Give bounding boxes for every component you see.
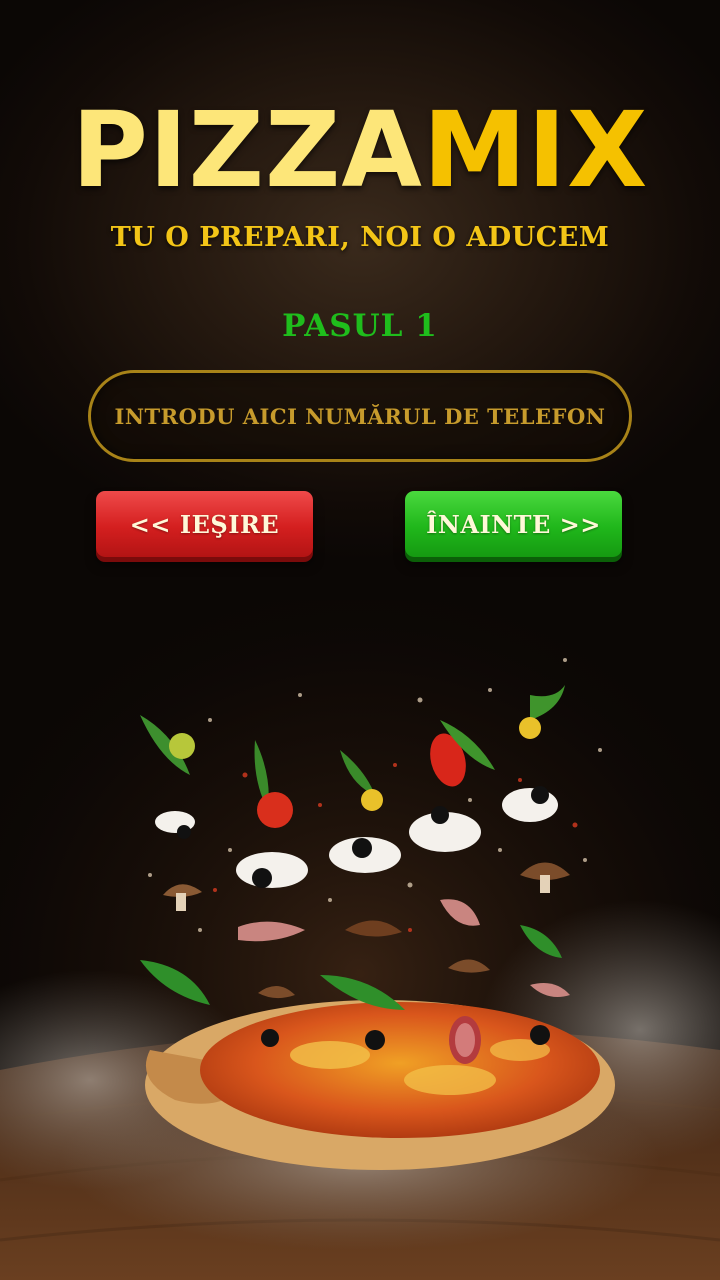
logo-part-pizza: PIZZA [71,89,423,211]
app-logo: PIZZAMIX [0,92,720,208]
tagline: TU O PREPARI, NOI O ADUCEM [110,222,610,253]
logo-part-mix: MIX [422,89,649,211]
exit-button[interactable]: << IEŞIRE [96,491,313,557]
next-button[interactable]: ÎNAINTE >> [405,491,622,557]
app-screen: PIZZAMIX TU O PREPARI, NOI O ADUCEM PASU… [0,0,720,1280]
hero-pizza-illustration [0,600,720,1280]
step-label: PASUL 1 [282,308,438,344]
phone-number-input[interactable] [91,373,629,459]
phone-field-frame [88,370,632,462]
